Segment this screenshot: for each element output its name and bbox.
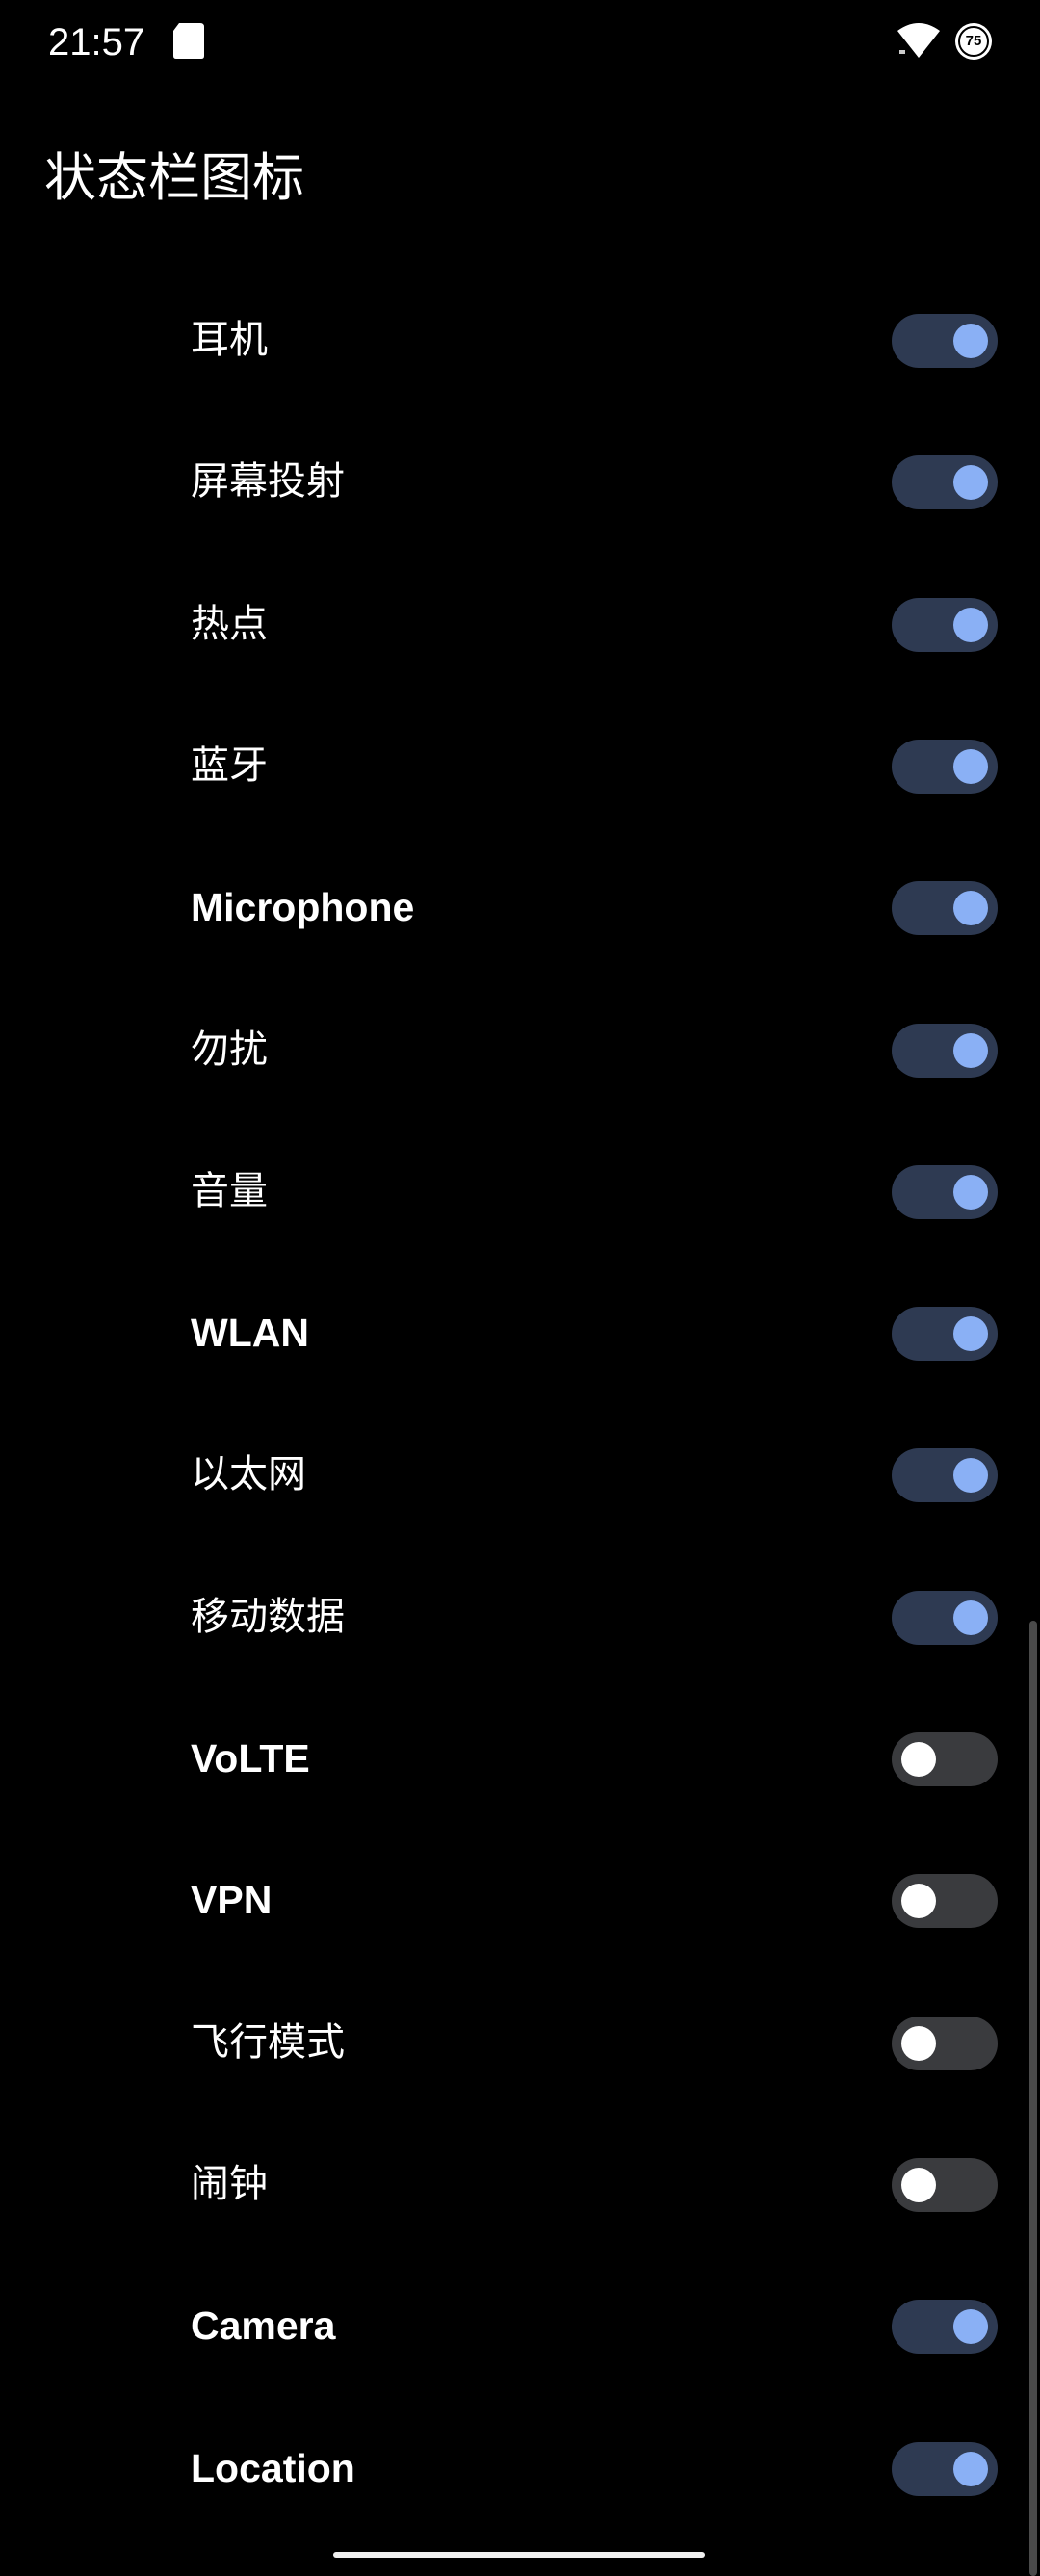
- toggle-knob: [953, 748, 988, 784]
- list-item[interactable]: 音量: [0, 1121, 1040, 1262]
- status-time: 21:57: [48, 21, 145, 64]
- toggle-switch[interactable]: [892, 597, 998, 652]
- toggle-knob: [901, 2167, 936, 2202]
- wifi-icon: [897, 23, 940, 58]
- toggle-knob: [953, 2309, 988, 2345]
- toggle-switch[interactable]: [892, 314, 998, 368]
- toggle-knob: [953, 1174, 988, 1210]
- list-item-label: 飞行模式: [191, 2019, 345, 2065]
- list-item-label: Microphone: [191, 885, 415, 930]
- toggle-switch[interactable]: [892, 1448, 998, 1503]
- toggle-knob: [953, 2451, 988, 2486]
- list-item[interactable]: Location: [0, 2398, 1040, 2539]
- list-item[interactable]: 移动数据: [0, 1547, 1040, 1688]
- list-item[interactable]: 热点: [0, 554, 1040, 695]
- toggle-knob: [953, 465, 988, 501]
- list-item-label: 移动数据: [191, 1594, 345, 1639]
- toggle-switch[interactable]: [892, 2300, 998, 2355]
- list-item[interactable]: 飞行模式: [0, 1972, 1040, 2114]
- list-item-label: 勿扰: [191, 1027, 268, 1072]
- list-item[interactable]: Microphone: [0, 837, 1040, 978]
- list-item-label: VoLTE: [191, 1736, 310, 1781]
- list-item-label: WLAN: [191, 1311, 309, 1356]
- list-item[interactable]: 蓝牙: [0, 695, 1040, 837]
- toggle-switch[interactable]: [892, 1023, 998, 1078]
- toggle-knob: [901, 1884, 936, 1919]
- list-item[interactable]: VoLTE: [0, 1688, 1040, 1830]
- list-item[interactable]: 闹钟: [0, 2114, 1040, 2255]
- list-item-label: 屏幕投射: [191, 459, 345, 505]
- toggle-knob: [901, 2025, 936, 2061]
- list-item[interactable]: 勿扰: [0, 979, 1040, 1121]
- toggle-knob: [953, 891, 988, 926]
- list-item-label: 蓝牙: [191, 742, 268, 788]
- toggle-switch[interactable]: [892, 1164, 998, 1219]
- toggle-knob: [953, 1316, 988, 1352]
- list-item-label: Location: [191, 2445, 355, 2490]
- toggle-switch[interactable]: [892, 1874, 998, 1929]
- list-item[interactable]: WLAN: [0, 1262, 1040, 1404]
- toggle-switch[interactable]: [892, 1732, 998, 1786]
- list-item[interactable]: VPN: [0, 1830, 1040, 1971]
- home-indicator[interactable]: [333, 2552, 705, 2558]
- scrollbar[interactable]: [1029, 1621, 1037, 2576]
- toggle-knob: [901, 1742, 936, 1777]
- toggle-knob: [953, 324, 988, 358]
- toggle-knob: [953, 607, 988, 642]
- toggle-switch[interactable]: [892, 2441, 998, 2496]
- status-bar: 21:57 75: [0, 0, 1040, 85]
- sd-card-icon: [173, 23, 204, 59]
- toggle-switch[interactable]: [892, 1590, 998, 1645]
- toggle-switch[interactable]: [892, 881, 998, 936]
- battery-level: 75: [965, 33, 982, 49]
- list-item-label: 热点: [191, 601, 268, 646]
- page-title: 状态栏图标: [44, 147, 304, 208]
- list-item-label: 音量: [191, 1168, 268, 1213]
- list-item[interactable]: 屏幕投射: [0, 411, 1040, 553]
- toggle-switch[interactable]: [892, 1307, 998, 1362]
- list-item[interactable]: 以太网: [0, 1404, 1040, 1546]
- list-item-label: 以太网: [191, 1452, 306, 1497]
- list-item-label: 闹钟: [191, 2161, 268, 2206]
- list-item[interactable]: Camera: [0, 2255, 1040, 2397]
- list-item[interactable]: 耳机: [0, 270, 1040, 411]
- toggle-knob: [953, 1458, 988, 1494]
- toggle-switch[interactable]: [892, 739, 998, 794]
- toggle-switch[interactable]: [892, 2157, 998, 2212]
- list-item-label: Camera: [191, 2303, 336, 2349]
- battery-icon: 75: [953, 21, 994, 62]
- toggle-switch[interactable]: [892, 455, 998, 510]
- list-item-label: 耳机: [191, 318, 268, 362]
- list-item-label: VPN: [191, 1878, 273, 1923]
- toggle-knob: [953, 1600, 988, 1635]
- toggle-switch[interactable]: [892, 2016, 998, 2070]
- toggle-knob: [953, 1032, 988, 1068]
